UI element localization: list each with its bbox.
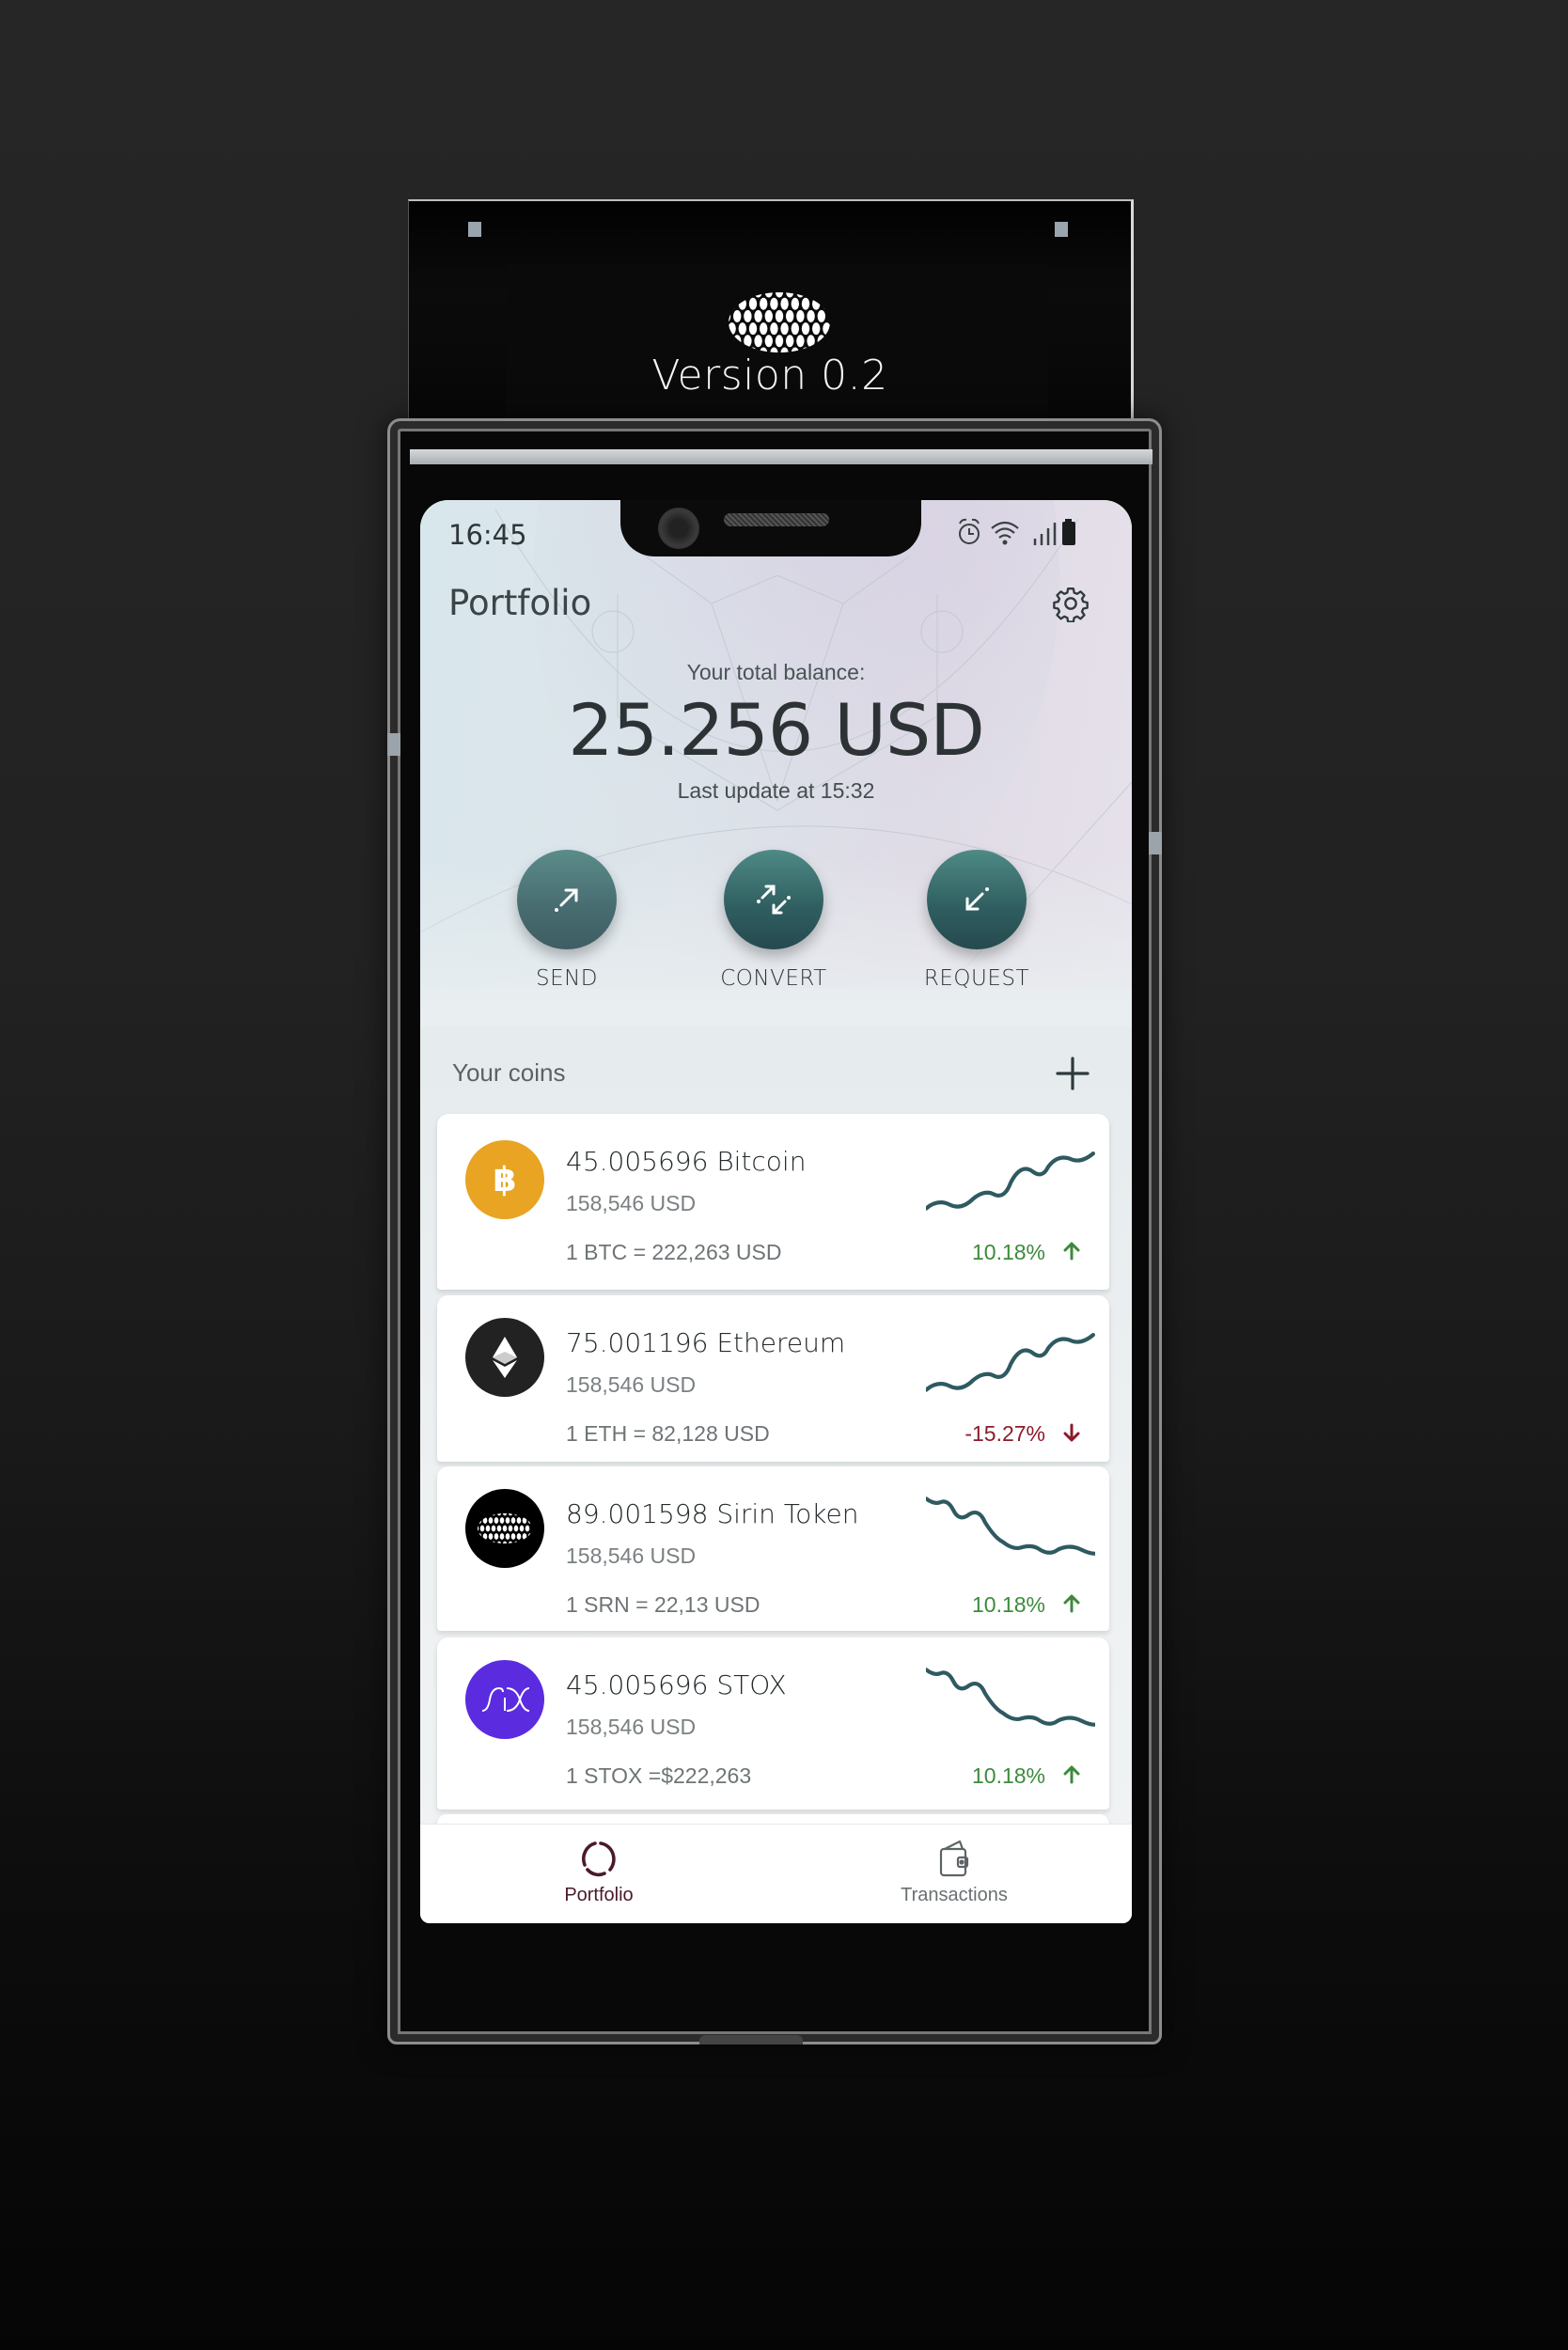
arrow-up-icon [1063,1765,1080,1784]
convert-label: CONVERT [720,966,827,991]
coin-change-percent: 10.18% [971,1240,1045,1264]
request-label: REQUEST [923,966,1030,991]
wallet-icon [939,1840,969,1877]
coin-usd-value: 158,546 USD [566,1191,697,1215]
coin-exchange-rate: 1 STOX =$222,263 [566,1763,752,1788]
ethereum-icon [465,1318,544,1397]
coin-card[interactable]: 75.001196 Ethereum 158,546 USD 1 ETH = 82,… [437,1295,1109,1462]
status-time: 16:45 [448,519,527,551]
coin-usd-value: 158,546 USD [566,1372,697,1397]
coin-card[interactable]: 89.001598 Sirin Token 158,546 USD 1 SRN = … [437,1466,1109,1631]
arrow-up-icon [1063,1242,1080,1261]
frame-clip [1055,222,1068,237]
nav-tab-transactions[interactable]: Transactions [841,1825,1067,1923]
convert-arrows-icon [757,885,791,915]
frame-top-bezel-strip [410,449,1152,464]
coin-name: 75.001196 Ethereum [566,1327,846,1358]
battery-icon [1062,519,1075,545]
coin-name: 89.001598 Sirin Token [566,1498,859,1529]
send-arrow-icon [555,888,578,912]
coin-card[interactable]: ฿ 45.005696 Bitcoin 158,546 USD 1 BTC = 222… [437,1114,1109,1290]
frame-bottom-ridge [699,2035,803,2044]
alarm-icon [959,518,980,544]
portfolio-ring-icon [581,1841,616,1877]
signal-icon [1033,523,1057,545]
nav-label-transactions: Transactions [901,1885,1008,1905]
coins-section-title: Your coins [452,1058,566,1087]
nav-tab-portfolio[interactable]: Portfolio [486,1825,712,1923]
coin-exchange-rate: 1 SRN = 22,13 USD [566,1592,760,1617]
request-button[interactable]: REQUEST [902,850,1052,991]
convert-button[interactable]: CONVERT [698,850,849,991]
sirin-token-icon [465,1489,544,1568]
side-button-left [387,733,400,756]
last-update-text: Last update at 15:32 [677,778,875,803]
display-notch [620,500,921,556]
bottom-navigation: Portfolio Transactions [420,1824,1132,1923]
price-sparkline [926,1668,1095,1727]
coin-name: 45.005696 Bitcoin [566,1146,807,1177]
coin-change-percent: 10.18% [971,1592,1045,1617]
balance-amount: 25.256 USD [568,688,984,772]
earpiece-speaker [724,513,829,526]
balance-label: Your total balance: [686,660,866,684]
send-button[interactable]: SEND [492,850,642,991]
status-icons [959,518,1075,545]
request-button-circle[interactable] [927,850,1027,949]
arrow-up-icon [1063,1594,1080,1613]
secondary-display: Version 0.2 [408,199,1134,425]
version-label: Version 0.2 [651,352,888,400]
price-sparkline [926,1333,1095,1392]
coin-change-percent: -15.27% [964,1421,1045,1446]
bitcoin-icon: ฿ [465,1140,544,1219]
side-button-right [1149,832,1162,854]
send-button-circle[interactable] [517,850,617,949]
page-title: Portfolio [448,583,592,623]
phone-screen: 16:45 Portfolio Your total balance: 25.2… [420,500,1132,1923]
stox-icon [465,1660,544,1739]
convert-button-circle[interactable] [724,850,823,949]
coin-card[interactable]: 45.005696 STOX 158,546 USD 1 STOX =$222,26… [437,1637,1109,1810]
request-arrow-icon [965,887,989,911]
front-camera [658,508,699,549]
coin-change-percent: 10.18% [971,1763,1045,1788]
plus-icon[interactable] [1052,1053,1093,1094]
frame-clip [468,222,481,237]
coin-usd-value: 158,546 USD [566,1543,697,1568]
nav-label-portfolio: Portfolio [564,1885,634,1905]
coin-exchange-rate: 1 ETH = 82,128 USD [566,1421,770,1446]
coin-exchange-rate: 1 BTC = 222,263 USD [566,1240,782,1264]
arrow-down-icon [1063,1423,1080,1442]
coin-usd-value: 158,546 USD [566,1715,697,1739]
svg-text:฿: ฿ [493,1161,516,1199]
price-sparkline [926,1496,1095,1556]
wifi-icon [991,521,1019,545]
coin-name: 45.005696 STOX [566,1669,787,1700]
send-label: SEND [535,966,599,991]
gear-icon[interactable] [1052,585,1090,622]
price-sparkline [926,1152,1095,1211]
sirin-logo-icon [729,292,830,352]
